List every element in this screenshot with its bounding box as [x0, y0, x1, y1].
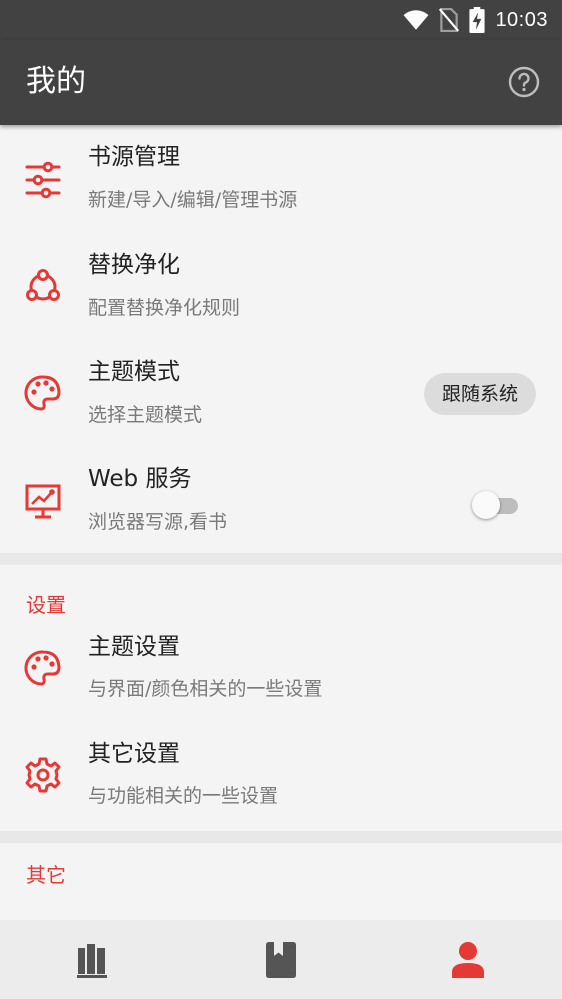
item-title: 其它设置 — [88, 741, 180, 767]
other-settings-item[interactable]: 其它设置 与功能相关的一些设置 — [0, 724, 562, 831]
section-header-label: 设置 — [26, 593, 66, 617]
main-card: 书源管理 新建/导入/编辑/管理书源 替换净化 配置替换净化规则 主题模式 选择… — [0, 125, 562, 553]
item-title: 主题设置 — [88, 634, 180, 660]
bottom-navigation — [0, 920, 562, 999]
web-service-item[interactable]: Web 服务 浏览器写源,看书 — [0, 447, 562, 553]
item-subtitle: 新建/导入/编辑/管理书源 — [88, 189, 298, 211]
other-card: 其它 — [0, 843, 562, 920]
section-divider — [0, 831, 562, 843]
section-divider — [0, 553, 562, 565]
other-section-header: 其它 — [0, 843, 562, 920]
palette-icon — [24, 375, 61, 411]
toggle-thumb — [472, 491, 500, 519]
status-time: 10:03 — [495, 8, 548, 31]
theme-settings-item[interactable]: 主题设置 与界面/颜色相关的一些设置 — [0, 617, 562, 724]
theme-mode-item[interactable]: 主题模式 选择主题模式 跟随系统 — [0, 340, 562, 447]
replace-purify-item[interactable]: 替换净化 配置替换净化规则 — [0, 233, 562, 340]
item-title: 替换净化 — [88, 252, 180, 278]
page-title: 我的 — [26, 64, 86, 99]
web-service-toggle[interactable] — [472, 491, 520, 519]
tune-sliders-icon — [25, 161, 61, 199]
replace-icon — [26, 269, 60, 301]
app-bar: 我的 — [0, 40, 562, 125]
content-list: 书源管理 新建/导入/编辑/管理书源 替换净化 配置替换净化规则 主题模式 选择… — [0, 125, 562, 920]
item-subtitle: 选择主题模式 — [88, 404, 203, 426]
section-header-label: 其它 — [26, 863, 66, 887]
item-subtitle: 与界面/颜色相关的一些设置 — [88, 678, 323, 700]
help-circle-icon[interactable] — [508, 66, 540, 98]
wifi-icon — [403, 10, 429, 30]
item-subtitle: 配置替换净化规则 — [88, 297, 241, 319]
settings-card: 设置 主题设置 与界面/颜色相关的一些设置 其它设置 与功能相关的一些设置 — [0, 565, 562, 831]
battery-charging-icon — [469, 7, 486, 33]
nav-bookshelf[interactable] — [0, 920, 187, 999]
nav-explore[interactable] — [187, 920, 374, 999]
bookshelf-icon — [76, 944, 107, 978]
item-title: Web 服务 — [88, 466, 192, 492]
theme-mode-value[interactable]: 跟随系统 — [423, 373, 536, 415]
settings-section-header: 设置 — [0, 565, 562, 617]
web-service-icon — [25, 484, 61, 519]
item-title: 书源管理 — [88, 144, 180, 170]
item-subtitle: 浏览器写源,看书 — [88, 511, 228, 533]
item-subtitle: 与功能相关的一些设置 — [88, 785, 279, 807]
item-title: 主题模式 — [88, 359, 180, 385]
palette-icon — [24, 650, 61, 686]
no-sim-icon — [439, 8, 460, 32]
book-source-manage-item[interactable]: 书源管理 新建/导入/编辑/管理书源 — [0, 125, 562, 233]
nav-my[interactable] — [375, 920, 562, 999]
person-icon — [452, 942, 485, 978]
status-bar: 10:03 — [0, 0, 562, 40]
book-bookmark-icon — [265, 942, 296, 978]
gear-icon — [25, 757, 61, 793]
